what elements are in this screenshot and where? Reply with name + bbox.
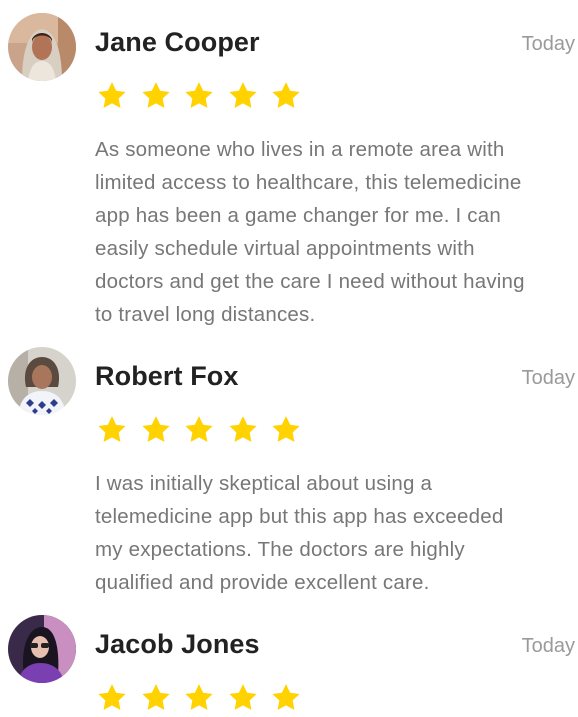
reviewer-name: Robert Fox [95, 361, 239, 391]
star-icon [270, 414, 302, 446]
star-icon [183, 682, 215, 714]
avatar[interactable] [8, 347, 76, 415]
review-text-line: easily schedule virtual appointments wit… [95, 237, 475, 260]
star-icon [96, 414, 128, 446]
review-text-line: I was initially skeptical about using a [95, 472, 433, 495]
review-date: Today [521, 367, 575, 389]
star-icon [227, 682, 259, 714]
star-icon [227, 80, 259, 112]
review-text-line: my expectations. The doctors are highly [95, 538, 465, 561]
rating-stars [96, 80, 314, 112]
star-icon [270, 80, 302, 112]
review-text-line: to travel long distances. [95, 303, 316, 326]
star-icon [183, 80, 215, 112]
star-icon [140, 682, 172, 714]
star-icon [140, 414, 172, 446]
rating-stars [96, 682, 314, 714]
star-icon [183, 414, 215, 446]
avatar[interactable] [8, 13, 76, 81]
review-text-line: As someone who lives in a remote area wi… [95, 138, 505, 161]
review-text-line: doctors and get the care I need without … [95, 270, 525, 293]
star-icon [270, 682, 302, 714]
review-text: As someone who lives in a remote area wi… [95, 133, 578, 331]
avatar[interactable] [8, 615, 76, 683]
review-text: I was initially skeptical about using a … [95, 467, 578, 599]
review-text-line: qualified and provide excellent care. [95, 571, 430, 594]
review-date: Today [521, 635, 575, 657]
reviewer-name: Jane Cooper [95, 27, 260, 57]
review-text-line: limited access to healthcare, this telem… [95, 171, 522, 194]
reviews-page: { "reviews": [ { "name": "Jane Cooper", … [0, 0, 578, 717]
star-icon [96, 80, 128, 112]
star-icon [140, 80, 172, 112]
star-icon [227, 414, 259, 446]
star-icon [96, 682, 128, 714]
review-date: Today [521, 33, 575, 55]
review-text-line: app has been a game changer for me. I ca… [95, 204, 501, 227]
review-text-line: telemedicine app but this app has exceed… [95, 505, 504, 528]
reviewer-name: Jacob Jones [95, 629, 260, 659]
rating-stars [96, 414, 314, 446]
